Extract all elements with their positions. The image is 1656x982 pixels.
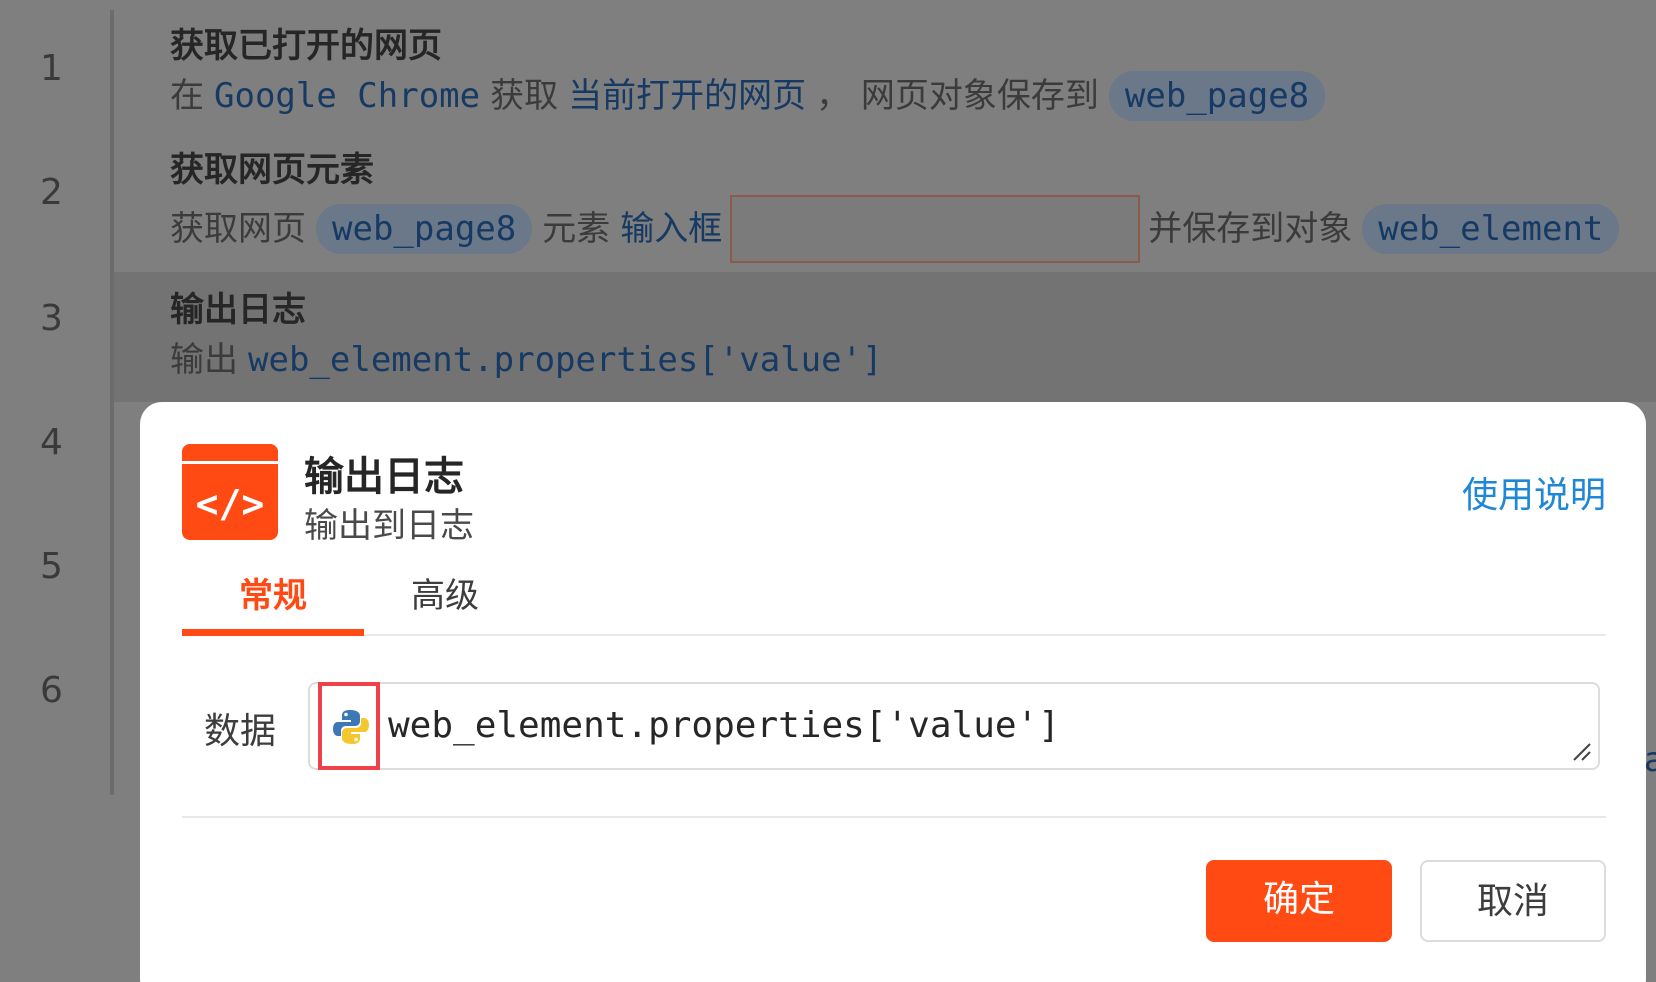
cancel-button[interactable]: 取消 xyxy=(1420,860,1606,942)
line-number-1: 1 xyxy=(40,48,63,89)
line-number-2: 2 xyxy=(40,172,63,213)
line-number-6: 6 xyxy=(40,670,63,711)
tab-general[interactable]: 常规 xyxy=(182,562,364,636)
step-text: 并保存到对象 xyxy=(1148,209,1353,249)
variable-pill[interactable]: web_page8 xyxy=(1108,71,1326,121)
data-input-value: web_element.properties['value'] xyxy=(388,705,1060,746)
step-description: 获取网页 web_page8 元素 输入框 并保存到对象 web_element xyxy=(170,194,1620,264)
variable-pill[interactable]: web_element xyxy=(1362,204,1620,254)
tab-advanced[interactable]: 高级 xyxy=(354,562,536,636)
step-text: ， 网页对象保存到 xyxy=(816,76,1099,116)
step-get-web-element[interactable]: 获取网页元素 获取网页 web_page8 元素 输入框 并保存到对象 web_… xyxy=(170,146,1620,264)
element-type[interactable]: 输入框 xyxy=(620,203,722,255)
dialog-tabs: 常规 高级 xyxy=(182,562,1606,636)
help-link[interactable]: 使用说明 xyxy=(1462,466,1606,518)
step-text: 获取 xyxy=(490,76,559,116)
output-log-dialog: </> 输出日志 输出到日志 使用说明 常规 高级 数据 web_element… xyxy=(140,402,1646,982)
dialog-title: 输出日志 xyxy=(304,454,464,500)
code-icon: </> xyxy=(182,444,278,540)
data-input[interactable]: web_element.properties['value'] xyxy=(308,682,1600,770)
expression[interactable]: web_element.properties['value'] xyxy=(248,334,883,386)
step-get-opened-page[interactable]: 获取已打开的网页 在 Google Chrome 获取 当前打开的网页 ， 网页… xyxy=(170,22,1326,122)
step-title: 获取已打开的网页 xyxy=(170,26,442,66)
python-icon xyxy=(333,710,369,744)
step-text: 在 xyxy=(170,76,204,116)
confirm-button[interactable]: 确定 xyxy=(1206,860,1392,942)
resize-grip-icon[interactable] xyxy=(1570,740,1594,764)
data-field-label: 数据 xyxy=(204,711,277,752)
step-text: 元素 xyxy=(542,209,611,249)
target-page[interactable]: 当前打开的网页 xyxy=(568,70,806,122)
step-description: 输出 web_element.properties['value'] xyxy=(170,334,883,386)
line-number-4: 4 xyxy=(40,422,63,463)
dialog-subtitle: 输出到日志 xyxy=(304,506,474,546)
step-text: 获取网页 xyxy=(170,209,306,249)
line-number-3: 3 xyxy=(40,298,63,339)
variable-pill[interactable]: web_page8 xyxy=(316,204,533,254)
python-mode-toggle[interactable] xyxy=(318,682,380,770)
line-number-gutter: 1 2 3 4 5 6 xyxy=(0,0,112,982)
footer-divider xyxy=(182,816,1606,818)
step-text: 输出 xyxy=(170,340,238,380)
browser-name[interactable]: Google Chrome xyxy=(214,70,480,122)
line-number-5: 5 xyxy=(40,546,63,587)
step-title: 获取网页元素 xyxy=(170,150,374,190)
element-preview-box[interactable] xyxy=(730,195,1141,263)
step-description: 在 Google Chrome 获取 当前打开的网页 ， 网页对象保存到 web… xyxy=(170,70,1326,122)
step-output-log[interactable]: 输出日志 输出 web_element.properties['value'] xyxy=(170,286,883,386)
gutter-divider xyxy=(110,10,114,795)
step-title: 输出日志 xyxy=(170,290,306,330)
